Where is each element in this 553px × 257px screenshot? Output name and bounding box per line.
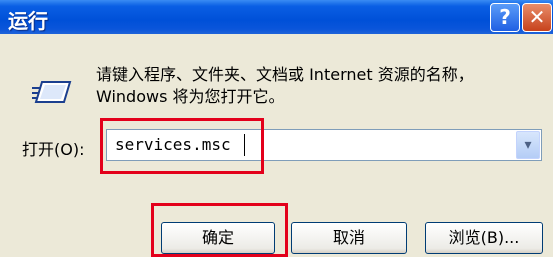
title-bar[interactable]: 运行 ? ✕: [0, 0, 553, 34]
input-highlight: [100, 118, 264, 174]
ok-highlight: [151, 203, 288, 257]
help-button[interactable]: ?: [490, 3, 520, 32]
open-label: 打开(O):: [22, 140, 85, 159]
instruction-text: 请键入程序、文件夹、文档或 Internet 资源的名称，Windows 将为您…: [96, 65, 474, 106]
dropdown-arrow-icon[interactable]: ▾: [516, 131, 540, 159]
run-dialog: 运行 ? ✕ 请键入程序、文件夹、文档或 Internet 资源的名称，Wind…: [0, 0, 553, 257]
close-button[interactable]: ✕: [522, 3, 552, 32]
browse-button[interactable]: 浏览(B)...: [425, 222, 543, 254]
cancel-button[interactable]: 取消: [291, 222, 407, 254]
run-icon: [32, 81, 72, 103]
window-title: 运行: [8, 9, 48, 33]
